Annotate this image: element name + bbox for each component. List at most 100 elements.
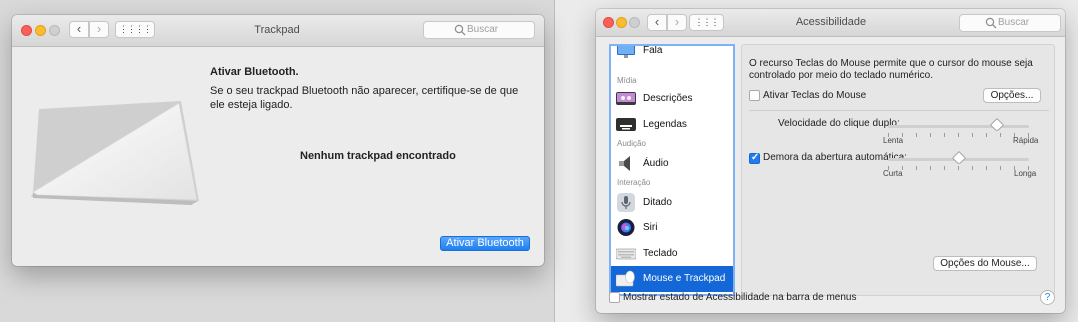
sidebar-item-teclado[interactable]: Teclado xyxy=(611,241,733,267)
search-placeholder: Buscar xyxy=(998,17,1030,28)
descriptions-icon xyxy=(616,92,636,105)
trackpad-titlebar: ‹ › ⋮⋮⋮⋮ Trackpad Buscar xyxy=(12,15,544,47)
window-title: Acessibilidade xyxy=(795,16,867,28)
spring-loading-min-label: Curta xyxy=(883,169,903,178)
speech-monitor-icon xyxy=(617,46,635,58)
close-button[interactable] xyxy=(603,17,614,28)
chevron-right-icon: › xyxy=(96,21,102,36)
mouse-options-button[interactable]: Opções do Mouse... xyxy=(933,256,1037,271)
captions-icon xyxy=(616,118,636,131)
back-button[interactable]: ‹ xyxy=(647,14,667,31)
slider-tick xyxy=(986,133,987,137)
show-all-button[interactable]: ⋮⋮⋮ xyxy=(689,14,724,31)
zoom-button[interactable] xyxy=(629,17,640,28)
sidebar-item-fala[interactable]: Fala xyxy=(611,45,733,64)
spring-loading-max-label: Longa xyxy=(1014,169,1037,178)
sidebar-item-label: Descrições xyxy=(643,93,693,104)
slider-tick xyxy=(1000,166,1001,170)
spring-loading-delay-knob[interactable] xyxy=(951,150,966,166)
minimize-button[interactable] xyxy=(616,17,627,28)
search-placeholder: Buscar xyxy=(467,24,499,35)
chevron-left-icon: ‹ xyxy=(654,14,660,29)
sidebar-item-siri[interactable]: Siri xyxy=(611,215,733,241)
mouse-keys-description: O recurso Teclas do Mouse permite que o … xyxy=(749,58,1033,81)
zoom-button[interactable] xyxy=(49,25,60,36)
sidebar-item-audio[interactable]: Áudio xyxy=(611,151,733,177)
sidebar-item-label: Legendas xyxy=(643,119,687,130)
sidebar-item-ditado[interactable]: Ditado xyxy=(611,190,733,216)
sidebar-item-mouse-trackpad[interactable]: Mouse e Trackpad xyxy=(611,266,733,292)
slider-tick xyxy=(930,133,931,137)
slider-tick xyxy=(916,133,917,137)
keyboard-icon xyxy=(616,248,636,260)
sidebar-item-label: Mouse e Trackpad xyxy=(643,273,726,284)
sidebar-item-descricoes[interactable]: Descrições xyxy=(611,86,733,112)
mouse-trackpad-panel: O recurso Teclas do Mouse permite que o … xyxy=(741,44,1055,296)
close-button[interactable] xyxy=(21,25,32,36)
options-button[interactable]: Opções... xyxy=(983,88,1041,103)
siri-icon xyxy=(617,219,635,236)
slider-tick xyxy=(958,166,959,170)
slider-tick xyxy=(1000,133,1001,137)
double-click-speed-slider[interactable] xyxy=(888,117,1029,133)
slider-tick xyxy=(972,133,973,137)
sidebar-item-label: Ditado xyxy=(643,197,672,208)
sidebar-item-label: Teclado xyxy=(643,248,678,259)
slider-tick xyxy=(986,166,987,170)
bluetooth-instructions: Se o seu trackpad Bluetooth não aparecer… xyxy=(210,85,519,111)
forward-button[interactable]: › xyxy=(667,14,687,31)
sidebar-item-legendas[interactable]: Legendas xyxy=(611,112,733,138)
bluetooth-heading: Ativar Bluetooth. xyxy=(210,66,299,78)
sidebar-section-media: Mídia xyxy=(617,76,637,85)
double-click-speed-min-label: Lenta xyxy=(883,136,904,145)
show-status-checkbox[interactable] xyxy=(609,292,620,303)
accessibility-sidebar[interactable]: Fala Mídia Descrições Legendas Audição Á… xyxy=(609,44,735,296)
slider-tick xyxy=(944,133,945,137)
sidebar-item-label: Siri xyxy=(643,222,658,233)
sidebar-item-label: Áudio xyxy=(643,158,669,169)
slider-tick xyxy=(972,166,973,170)
microphone-icon xyxy=(617,193,635,212)
screen-divider xyxy=(554,0,555,322)
slider-tick xyxy=(916,166,917,170)
show-all-button[interactable]: ⋮⋮⋮⋮ xyxy=(115,21,155,38)
sidebar-section-hearing: Audição xyxy=(617,139,646,148)
sidebar-section-interaction: Interação xyxy=(617,178,651,187)
slider-tick xyxy=(930,166,931,170)
accessibility-window: ‹ › ⋮⋮⋮ Acessibilidade Buscar Fala Mídia… xyxy=(596,9,1065,313)
spring-loading-delay-slider[interactable] xyxy=(888,150,1029,166)
panel-separator xyxy=(749,110,1049,111)
double-click-speed-ticks xyxy=(888,133,1029,137)
turn-on-bluetooth-button[interactable]: Ativar Bluetooth xyxy=(440,236,530,251)
search-icon xyxy=(985,17,997,29)
trackpad-window: ‹ › ⋮⋮⋮⋮ Trackpad Buscar Ativar Bluetoot… xyxy=(12,15,544,266)
back-button[interactable]: ‹ xyxy=(69,21,89,38)
no-trackpad-status: Nenhum trackpad encontrado xyxy=(300,150,456,162)
chevron-right-icon: › xyxy=(674,14,680,29)
accessibility-titlebar: ‹ › ⋮⋮⋮ Acessibilidade Buscar xyxy=(596,9,1065,37)
double-click-speed-max-label: Rápida xyxy=(1013,136,1039,145)
grid-icon: ⋮⋮⋮⋮ xyxy=(119,24,152,34)
forward-button[interactable]: › xyxy=(89,21,109,38)
spring-loading-delay-ticks xyxy=(888,166,1029,170)
slider-tick xyxy=(944,166,945,170)
help-button[interactable]: ? xyxy=(1040,290,1055,305)
sidebar-item-label: Fala xyxy=(643,45,663,56)
search-icon xyxy=(454,24,466,36)
magic-trackpad-image xyxy=(31,101,199,205)
spring-loading-checkbox[interactable] xyxy=(749,152,760,164)
enable-mouse-keys-checkbox[interactable] xyxy=(749,90,760,101)
window-title: Trackpad xyxy=(254,24,300,36)
grid-icon: ⋮⋮⋮ xyxy=(694,17,720,27)
show-status-label: Mostrar estado de Acessibilidade na barr… xyxy=(623,292,857,303)
chevron-left-icon: ‹ xyxy=(76,21,82,36)
slider-tick xyxy=(958,133,959,137)
double-click-speed-label: Velocidade do clique duplo: xyxy=(778,118,900,129)
search-field[interactable]: Buscar xyxy=(423,21,535,39)
mouse-trackpad-icon xyxy=(616,270,635,287)
search-field[interactable]: Buscar xyxy=(959,14,1061,32)
speaker-icon xyxy=(619,156,630,171)
minimize-button[interactable] xyxy=(35,25,46,36)
enable-mouse-keys-label: Ativar Teclas do Mouse xyxy=(763,90,867,101)
double-click-speed-knob[interactable] xyxy=(989,117,1004,133)
